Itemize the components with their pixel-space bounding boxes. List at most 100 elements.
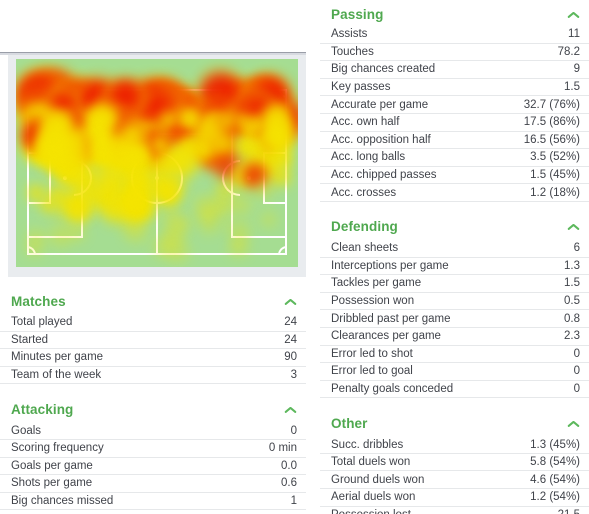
chevron-up-icon[interactable] [567,10,580,19]
stat-value: 21.5 [558,509,580,514]
stat-row: Dribbled past per game 0.8 [320,310,589,328]
stat-value: 5.8 (54%) [530,456,580,468]
stat-row: Touches 78.2 [320,44,589,62]
stat-row: Error led to shot 0 [320,346,589,364]
right-column: Passing Assists 11 Touches 78.2 Big chances c… [320,0,589,514]
stat-label: Possession lost [331,509,411,514]
stat-row: Total played 24 [0,314,306,332]
stat-section-passing: Passing Assists 11 Touches 78.2 Big chances c… [320,0,589,202]
stat-label: Acc. crosses [331,187,396,199]
player-statistics-page: Matches Total played 24 Started 24 Minutes pe… [0,0,589,514]
stat-value: 1.5 [564,277,580,289]
section-title: Matches [11,294,66,309]
section-header-other[interactable]: Other [320,410,589,436]
stat-label: Acc. long balls [331,151,405,163]
stat-section-defending: Defending Clean sheets 6 Interceptions per … [320,214,589,398]
stat-row: Shots per game 0.6 [0,475,306,493]
stat-row: Minutes per game 90 [0,349,306,367]
stat-row: Acc. opposition half 16.5 (56%) [320,132,589,150]
stat-value: 0 [291,425,297,437]
stat-label: Assists [331,28,367,40]
left-stat-sections: Matches Total played 24 Started 24 Minutes pe… [0,288,306,510]
stat-label: Scoring frequency [11,442,104,454]
stat-value: 6 [574,242,580,254]
stat-label: Tackles per game [331,277,421,289]
stat-row: Tackles per game 1.5 [320,275,589,293]
stat-label: Touches [331,46,374,58]
stat-label: Team of the week [11,369,101,381]
stat-value: 0 [574,383,580,395]
stat-label: Clean sheets [331,242,398,254]
stat-label: Aerial duels won [331,491,415,503]
stat-value: 11 [568,28,580,40]
stat-row: Aerial duels won 1.2 (54%) [320,489,589,507]
player-heatmap [16,59,298,267]
chevron-up-icon[interactable] [284,297,297,306]
stat-value: 1.2 (18%) [530,187,580,199]
stat-label: Shots per game [11,477,92,489]
stat-value: 4.6 (54%) [530,474,580,486]
chevron-up-icon[interactable] [567,222,580,231]
stat-label: Acc. chipped passes [331,169,436,181]
stat-value: 0.0 [281,460,297,472]
chevron-up-icon[interactable] [284,405,297,414]
stat-row: Acc. chipped passes 1.5 (45%) [320,167,589,185]
stat-value: 32.7 (76%) [524,99,580,111]
stat-label: Penalty goals conceded [331,383,453,395]
stat-value: 24 [284,316,297,328]
stat-row: Started 24 [0,332,306,350]
stat-value: 0.5 [564,295,580,307]
stat-value: 1.2 (54%) [530,491,580,503]
stat-row: Clearances per game 2.3 [320,328,589,346]
stat-value: 1.3 [564,260,580,272]
stat-label: Possession won [331,295,414,307]
stat-label: Big chances missed [11,495,113,507]
stat-value: 17.5 (86%) [524,116,580,128]
stat-row: Acc. long balls 3.5 (52%) [320,149,589,167]
stat-label: Ground duels won [331,474,424,486]
stat-label: Succ. dribbles [331,439,403,451]
stat-value: 0.6 [281,477,297,489]
stat-value: 0 min [269,442,297,454]
stat-section-matches: Matches Total played 24 Started 24 Minutes pe… [0,288,306,384]
stat-label: Dribbled past per game [331,313,451,325]
stat-row: Possession lost 21.5 [320,507,589,514]
stat-value: 0 [574,348,580,360]
stat-row: Acc. own half 17.5 (86%) [320,114,589,132]
stat-value: 3 [291,369,297,381]
stat-row: Goals 0 [0,422,306,440]
stat-section-other: Other Succ. dribbles 1.3 (45%) Total duels … [320,410,589,514]
stat-label: Minutes per game [11,351,103,363]
pitch-markings [16,59,298,267]
stat-row: Big chances missed 1 [0,493,306,511]
section-header-attacking[interactable]: Attacking [0,396,306,422]
right-stat-sections: Passing Assists 11 Touches 78.2 Big chances c… [320,0,589,514]
stat-row: Clean sheets 6 [320,240,589,258]
stat-value: 90 [284,351,297,363]
stat-value: 0 [574,365,580,377]
stat-row: Key passes 1.5 [320,79,589,97]
section-title: Other [331,416,368,431]
chevron-up-icon[interactable] [567,419,580,428]
section-header-matches[interactable]: Matches [0,288,306,314]
stat-value: 0.8 [564,313,580,325]
stat-value: 1.5 (45%) [530,169,580,181]
stat-label: Error led to goal [331,365,413,377]
attack-direction-arrow-icon [118,126,221,140]
stat-row: Scoring frequency 0 min [0,440,306,458]
stat-row: Possession won 0.5 [320,293,589,311]
heatmap-card [8,55,306,277]
left-column: Matches Total played 24 Started 24 Minutes pe… [0,0,306,514]
stat-row: Penalty goals conceded 0 [320,381,589,399]
stat-row: Assists 11 [320,26,589,44]
stat-label: Acc. own half [331,116,399,128]
top-white-band [0,0,306,52]
stat-row: Big chances created 9 [320,61,589,79]
stat-label: Goals [11,425,41,437]
stat-value: 24 [284,334,297,346]
section-title: Passing [331,7,383,22]
stat-section-attacking: Attacking Goals 0 Scoring frequency 0 min Goa… [0,396,306,510]
section-header-passing[interactable]: Passing [320,0,589,26]
section-header-defending[interactable]: Defending [320,214,589,240]
stat-label: Key passes [331,81,390,93]
